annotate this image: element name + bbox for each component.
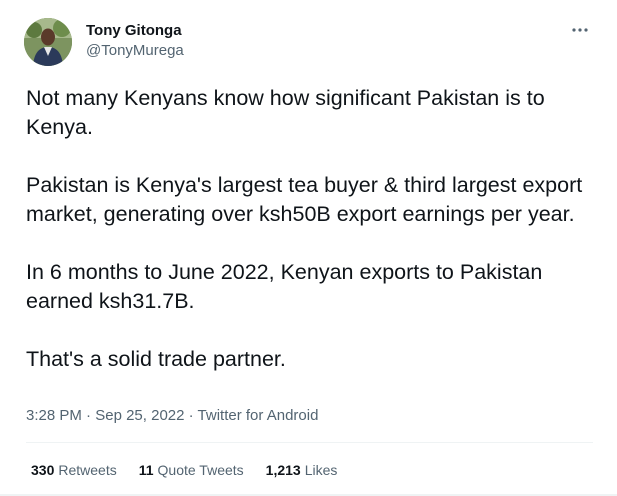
tweet-source[interactable]: Twitter for Android xyxy=(198,407,319,424)
tweet-date[interactable]: Sep 25, 2022 xyxy=(95,407,184,424)
quote-tweets-label: Quote Tweets xyxy=(157,462,244,478)
divider xyxy=(26,442,593,443)
retweets-label: Retweets xyxy=(58,462,117,478)
tweet-paragraph: Not many Kenyans know how significant Pa… xyxy=(26,86,545,139)
author-handle[interactable]: @TonyMurega xyxy=(86,41,184,61)
more-options-button[interactable] xyxy=(570,20,590,40)
meta-separator: · xyxy=(184,407,198,424)
tweet-paragraph: Pakistan is Kenya's largest tea buyer & … xyxy=(26,173,583,226)
quote-tweets-stat[interactable]: 11 Quote Tweets xyxy=(139,461,244,479)
meta-separator: · xyxy=(81,407,96,424)
tweet-time[interactable]: 3:28 PM xyxy=(26,407,82,424)
avatar-photo-icon xyxy=(24,18,72,66)
retweets-count: 330 xyxy=(31,462,55,478)
retweets-stat[interactable]: 330 Retweets xyxy=(31,461,117,479)
tweet-paragraph: In 6 months to June 2022, Kenyan exports… xyxy=(26,260,543,313)
author-display-name[interactable]: Tony Gitonga xyxy=(86,21,184,41)
tweet-meta: 3:28 PM · Sep 25, 2022 · Twitter for And… xyxy=(26,406,318,426)
likes-count: 1,213 xyxy=(265,462,301,478)
likes-label: Likes xyxy=(304,462,338,478)
author-info: Tony Gitonga @TonyMurega xyxy=(86,21,184,61)
avatar[interactable] xyxy=(24,18,72,66)
more-options-icon xyxy=(572,28,588,32)
quote-tweets-count: 11 xyxy=(138,462,154,478)
tweet-stats: 330 Retweets 11 Quote Tweets 1,213 Likes xyxy=(31,461,337,479)
tweet-text: Not many Kenyans know how significant Pa… xyxy=(26,84,596,403)
tweet-card: Tony Gitonga @TonyMurega Not many Kenyan… xyxy=(0,0,617,496)
tweet-paragraph: That's a solid trade partner. xyxy=(26,347,286,371)
likes-stat[interactable]: 1,213 Likes xyxy=(266,461,338,479)
tweet-header: Tony Gitonga @TonyMurega xyxy=(24,18,596,68)
